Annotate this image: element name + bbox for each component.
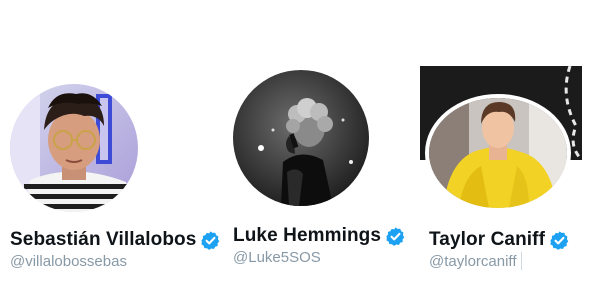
profile-photo-icon (429, 98, 567, 208)
profile-name[interactable]: Taylor Caniff (429, 229, 545, 251)
profile-photo-icon (10, 84, 138, 212)
profile-name[interactable]: Sebastián Villalobos (10, 229, 196, 251)
verified-badge-icon (550, 230, 569, 250)
profile-handle[interactable]: @villalobossebas (10, 253, 127, 270)
avatar[interactable] (233, 70, 369, 206)
profile-card-1[interactable]: Sebastián Villalobos @villalobossebas (0, 0, 220, 300)
avatar[interactable] (425, 94, 571, 212)
profile-handle[interactable]: @Luke5SOS (233, 249, 321, 266)
profile-name[interactable]: Luke Hemmings (233, 225, 381, 247)
profile-handle[interactable]: @taylorcaniff (429, 253, 517, 270)
divider (521, 252, 522, 270)
profile-card-2[interactable]: Luke Hemmings @Luke5SOS (200, 0, 405, 300)
profile-card-3[interactable]: Taylor Caniff @taylorcaniff (400, 0, 600, 300)
profile-photo-icon (233, 70, 369, 206)
avatar[interactable] (10, 84, 138, 212)
